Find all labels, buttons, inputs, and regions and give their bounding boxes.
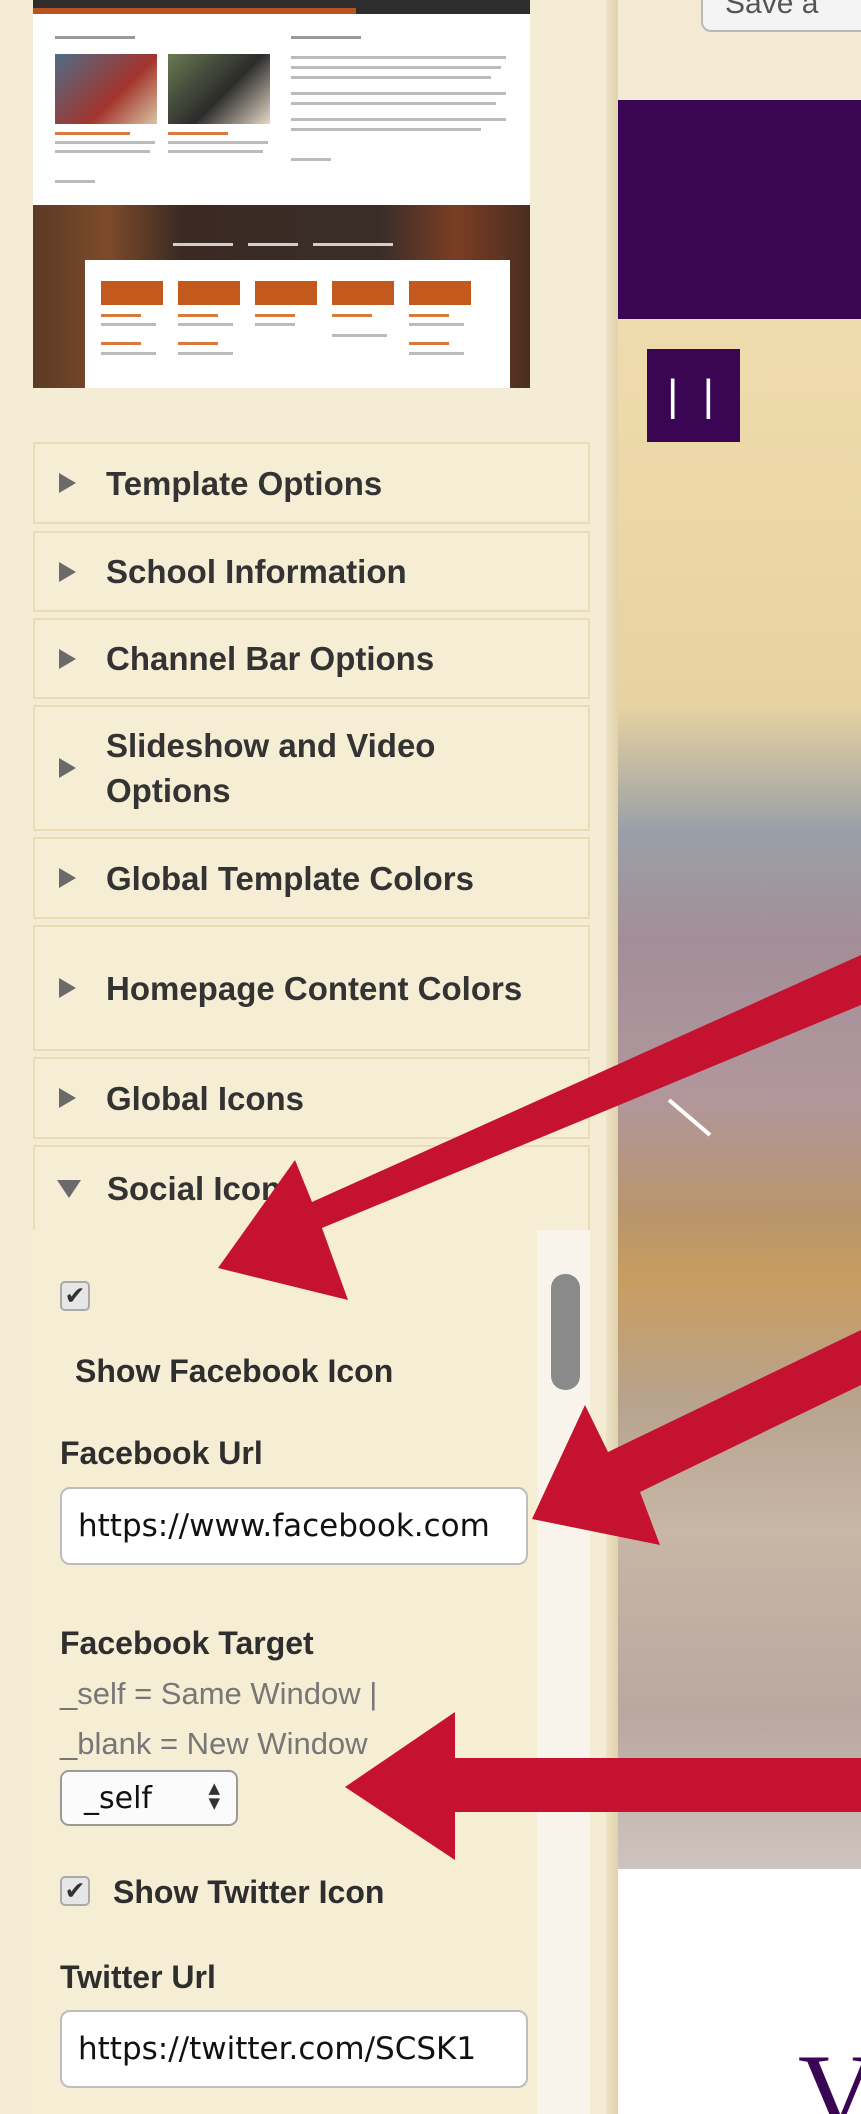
- preview-text-line: [291, 76, 491, 79]
- preview-text-line: [291, 92, 506, 95]
- preview-link-line: [168, 132, 228, 135]
- site-preview: Save a | | V: [618, 0, 861, 2114]
- triangle-right-icon: [59, 868, 76, 888]
- preview-event-line: [178, 314, 218, 317]
- section-label: Global Template Colors: [106, 859, 474, 897]
- customizer-panel: Template Options School Information Chan…: [0, 0, 618, 2114]
- preview-nav-line: [248, 243, 298, 246]
- preview-link-line: [55, 132, 130, 135]
- facebook-target-label: Facebook Target: [60, 1625, 314, 1661]
- preview-text-line: [168, 150, 263, 153]
- section-social-icons[interactable]: Social Icons: [33, 1145, 590, 1230]
- preview-photo-students: [55, 54, 157, 124]
- facebook-target-hint-self: _self = Same Window |: [60, 1676, 378, 1711]
- facebook-target-value: _self: [84, 1780, 152, 1816]
- preview-event-line: [101, 314, 141, 317]
- section-template-options[interactable]: Template Options: [33, 442, 590, 524]
- facebook-url-input[interactable]: https://www.facebook.com: [60, 1487, 528, 1565]
- preview-calendar-tab: [255, 281, 317, 305]
- preview-text-line: [55, 150, 150, 153]
- triangle-right-icon: [59, 473, 76, 493]
- triangle-right-icon: [59, 978, 76, 998]
- section-label: Slideshow and Video Options: [106, 727, 436, 809]
- preview-text-line: [168, 141, 268, 144]
- preview-orange-bar: [33, 8, 357, 14]
- triangle-right-icon: [59, 648, 76, 669]
- triangle-right-icon: [59, 1088, 76, 1108]
- pause-icon-glyph: | |: [666, 370, 721, 420]
- preview-photo-student: [168, 54, 270, 124]
- preview-event-line: [101, 323, 156, 326]
- pause-icon[interactable]: | |: [647, 349, 740, 442]
- preview-event-line: [255, 323, 295, 326]
- triangle-right-icon: [59, 561, 76, 582]
- facebook-target-select[interactable]: _self ▲ ▼: [60, 1770, 238, 1826]
- preview-event-line: [332, 334, 387, 337]
- triangle-right-icon: [59, 758, 76, 778]
- preview-event-line: [101, 342, 141, 345]
- up-down-arrows-icon: ▲ ▼: [208, 1779, 220, 1812]
- section-channel-bar-options[interactable]: Channel Bar Options: [33, 618, 590, 699]
- preview-text-line: [291, 158, 331, 161]
- section-label: Channel Bar Options: [106, 640, 435, 677]
- preview-heading-line: [55, 36, 135, 39]
- facebook-url-label: Facebook Url: [60, 1435, 263, 1471]
- preview-event-line: [409, 352, 464, 355]
- preview-text-line: [55, 141, 155, 144]
- section-label: Global Icons: [106, 1079, 305, 1117]
- section-global-icons[interactable]: Global Icons: [33, 1057, 590, 1139]
- preview-event-line: [409, 314, 449, 317]
- preview-event-line: [101, 352, 156, 355]
- twitter-url-label: Twitter Url: [60, 1959, 216, 1995]
- preview-event-line: [255, 314, 295, 317]
- preview-text-line: [291, 118, 506, 121]
- preview-calendar-tab: [332, 281, 394, 305]
- preview-event-line: [178, 352, 233, 355]
- preview-event-line: [409, 323, 464, 326]
- template-preview-thumbnail: [33, 0, 530, 388]
- show-facebook-checkbox[interactable]: ✔: [60, 1281, 90, 1311]
- show-facebook-label: Show Facebook Icon: [75, 1353, 394, 1389]
- checkmark-icon: ✔: [64, 1281, 86, 1310]
- preview-calendar-tab: [101, 281, 163, 305]
- preview-text-line: [291, 66, 501, 69]
- slideshow-photo: [618, 319, 861, 1869]
- checkmark-icon: ✔: [64, 1876, 86, 1905]
- show-twitter-checkbox[interactable]: ✔: [60, 1876, 90, 1906]
- preview-event-line: [178, 342, 218, 345]
- section-label: Homepage Content Colors: [106, 969, 523, 1007]
- facebook-target-hint-blank: _blank = New Window: [60, 1726, 368, 1761]
- preview-calendar-tab: [178, 281, 240, 305]
- panel-edge: [606, 0, 618, 2114]
- site-header-banner: [618, 100, 861, 319]
- preview-text-line: [291, 56, 506, 59]
- preview-text-line: [291, 128, 481, 131]
- preview-nav-line: [313, 243, 393, 246]
- preview-nav-line: [173, 243, 233, 246]
- twitter-url-input[interactable]: https://twitter.com/SCSK1: [60, 2010, 528, 2088]
- triangle-down-icon: [57, 1179, 81, 1198]
- preview-event-line: [332, 314, 372, 317]
- section-label: School Information: [106, 553, 407, 590]
- save-button[interactable]: Save a: [701, 0, 861, 32]
- preview-calendar-tab: [409, 281, 471, 305]
- scrollbar-thumb[interactable]: [551, 1274, 580, 1390]
- preview-text-line: [291, 102, 496, 105]
- section-label: Social Icons: [107, 1170, 300, 1207]
- page-heading-fragment: V: [798, 2032, 861, 2114]
- preview-text-line: [55, 180, 95, 183]
- preview-heading-line: [291, 36, 361, 39]
- section-global-template-colors[interactable]: Global Template Colors: [33, 837, 590, 919]
- section-homepage-content-colors[interactable]: Homepage Content Colors: [33, 925, 590, 1051]
- show-twitter-label: Show Twitter Icon: [113, 1874, 385, 1910]
- preview-event-line: [178, 323, 233, 326]
- section-slideshow-video-options[interactable]: Slideshow and Video Options: [33, 705, 590, 831]
- preview-event-line: [409, 342, 449, 345]
- section-school-information[interactable]: School Information: [33, 531, 590, 612]
- section-label: Template Options: [106, 464, 383, 502]
